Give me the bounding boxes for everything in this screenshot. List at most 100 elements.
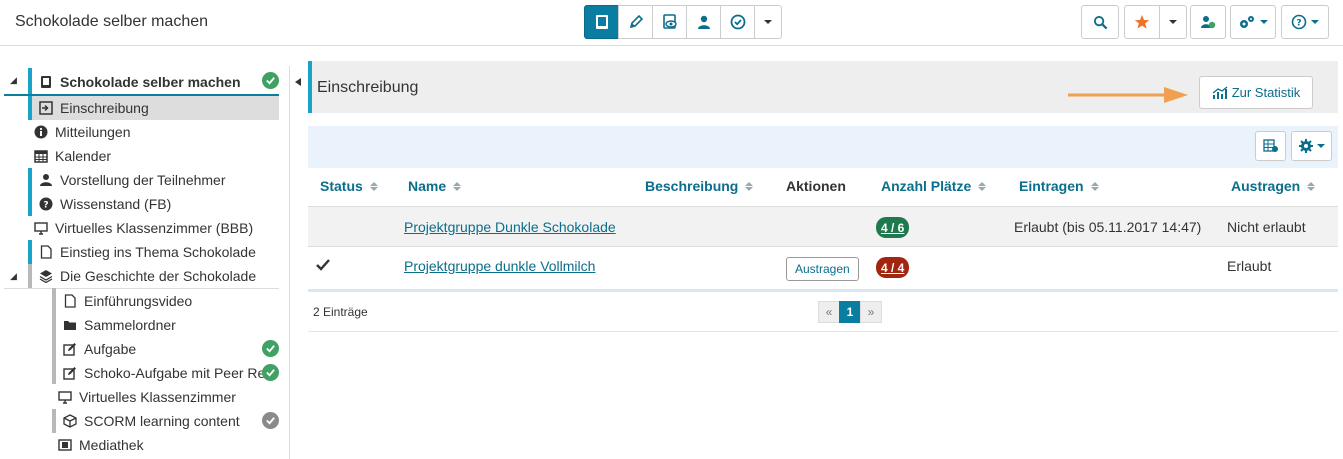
column-header-beschreibung[interactable]: Beschreibung [645, 178, 754, 194]
tree-item-label: Mitteilungen [55, 124, 131, 140]
tree-item-label: Einstieg ins Thema Schokolade [60, 244, 256, 260]
column-header-name[interactable]: Name [408, 178, 462, 194]
annotation-arrow [1068, 87, 1188, 103]
pagination-next[interactable]: » [860, 301, 882, 323]
sort-icon [1307, 181, 1316, 191]
tree-item-geschichte[interactable]: Die Geschichte der Schokolade [38, 264, 256, 288]
tree-item-label: SCORM learning content [84, 413, 240, 429]
group-name-link[interactable]: Projektgruppe dunkle Vollmilch [404, 258, 595, 274]
tree-item-vorstellung[interactable]: Vorstellung der Teilnehmer [38, 168, 226, 192]
column-header-austragen[interactable]: Austragen [1231, 178, 1316, 194]
tree-item-label: Einführungsvideo [84, 293, 193, 309]
favorite-button[interactable] [1124, 5, 1160, 39]
course-view-button[interactable] [584, 5, 619, 39]
structure-indicator [52, 409, 56, 433]
svg-text:?: ? [43, 201, 48, 211]
settings-dropdown[interactable] [1230, 5, 1276, 39]
tree-item-mediathek[interactable]: Mediathek [57, 433, 144, 457]
tree-root-item[interactable]: Schokolade selber machen [38, 70, 241, 94]
check-icon [262, 364, 279, 381]
user-icon [38, 172, 54, 188]
check-icon [262, 72, 279, 89]
column-header-eintragen[interactable]: Eintragen [1019, 178, 1099, 194]
active-indicator [28, 68, 32, 96]
sort-icon [1090, 181, 1099, 191]
check-icon [262, 340, 279, 357]
favorites-dropdown[interactable] [1159, 5, 1187, 39]
calendar-icon [33, 148, 49, 164]
table-footer: 2 Einträge « 1 » [308, 292, 1338, 332]
tree-item-kalender[interactable]: Kalender [33, 144, 111, 168]
tree-item-label: Mediathek [79, 437, 144, 453]
column-header-status[interactable]: Status [320, 178, 378, 194]
statistics-button[interactable]: Zur Statistik [1199, 76, 1313, 109]
tree-item-video[interactable]: Einführungsvideo [62, 289, 192, 313]
tree-item-klassenzimmer[interactable]: Virtuelles Klassenzimmer [57, 385, 236, 409]
pagination: « 1 » [818, 301, 882, 323]
top-bar: Schokolade selber machen ? [0, 0, 1343, 46]
places-badge[interactable]: 4 / 4 [876, 257, 910, 278]
user-status-button[interactable] [1190, 5, 1226, 39]
page-title: Einschreibung [317, 79, 419, 96]
sort-icon [745, 181, 754, 191]
column-label: Name [408, 178, 447, 194]
help-dropdown[interactable]: ? [1281, 5, 1329, 39]
sort-icon [978, 181, 987, 191]
tree-item-scorm[interactable]: SCORM learning content [62, 409, 240, 433]
unenrol-status: Erlaubt [1227, 258, 1272, 274]
collapse-sidebar-button[interactable] [291, 72, 305, 92]
header-accent [308, 61, 312, 113]
tree-item-aufgabe[interactable]: Aufgabe [62, 337, 136, 361]
course-title: Schokolade selber machen [15, 13, 209, 30]
help-group: ? [1281, 5, 1329, 39]
tree-item-label: Aufgabe [84, 341, 137, 357]
export-table-button[interactable] [1255, 131, 1286, 161]
column-label: Aktionen [786, 178, 846, 194]
gears-icon [1240, 16, 1254, 28]
more-tools-dropdown[interactable] [754, 5, 782, 39]
tree-item-bbb[interactable]: Virtuelles Klassenzimmer (BBB) [33, 216, 253, 240]
unenrol-button[interactable]: Austragen [786, 257, 859, 281]
active-indicator [28, 240, 32, 264]
cube-icon [62, 413, 78, 429]
tree-item-mitteilungen[interactable]: Mitteilungen [33, 120, 131, 144]
column-label: Status [320, 178, 363, 194]
course-preview-button[interactable] [652, 5, 687, 39]
table-settings-dropdown[interactable] [1291, 131, 1332, 161]
tree-item-wissenstand[interactable]: ? Wissenstand (FB) [38, 192, 171, 216]
assessment-button[interactable] [720, 5, 755, 39]
places-badge[interactable]: 4 / 6 [876, 217, 910, 238]
eye-book-icon [662, 14, 677, 29]
checkmark-icon [316, 259, 330, 271]
search-button[interactable] [1081, 5, 1119, 39]
pagination-page[interactable]: 1 [839, 301, 861, 323]
column-header-plaetze[interactable]: Anzahl Plätze [881, 178, 987, 194]
svg-text:?: ? [1296, 19, 1301, 29]
tree-collapse-icon[interactable]: ◢ [10, 271, 17, 282]
structure-indicator [52, 288, 56, 384]
monitor-icon [57, 389, 73, 405]
chevron-down-icon [1169, 20, 1177, 24]
column-label: Austragen [1231, 178, 1301, 194]
group-name-link[interactable]: Projektgruppe Dunkle Schokolade [404, 219, 616, 235]
tree-item-sammelordner[interactable]: Sammelordner [62, 313, 176, 337]
sort-icon [369, 181, 378, 191]
search-group [1081, 5, 1119, 39]
pagination-prev[interactable]: « [818, 301, 840, 323]
folder-icon [62, 317, 78, 333]
film-icon [57, 437, 73, 453]
structure-indicator [28, 264, 32, 288]
course-editor-button[interactable] [618, 5, 653, 39]
members-button[interactable] [686, 5, 721, 39]
tree-item-label: Virtuelles Klassenzimmer (BBB) [55, 220, 254, 236]
tree-item-peer-review[interactable]: Schoko-Aufgabe mit Peer Re [62, 361, 265, 385]
chevron-down-icon [764, 20, 772, 24]
chevron-down-icon [1316, 144, 1325, 148]
table-export-icon [1262, 139, 1278, 152]
tree-item-einstieg[interactable]: Einstieg ins Thema Schokolade [38, 240, 256, 264]
chevron-left-icon [295, 78, 301, 86]
course-tree: ◢ Schokolade selber machen Einschreibung… [0, 66, 290, 459]
tree-collapse-icon[interactable]: ◢ [10, 75, 17, 86]
pencil-icon [629, 14, 643, 29]
tree-item-einschreibung[interactable]: Einschreibung [38, 96, 149, 120]
